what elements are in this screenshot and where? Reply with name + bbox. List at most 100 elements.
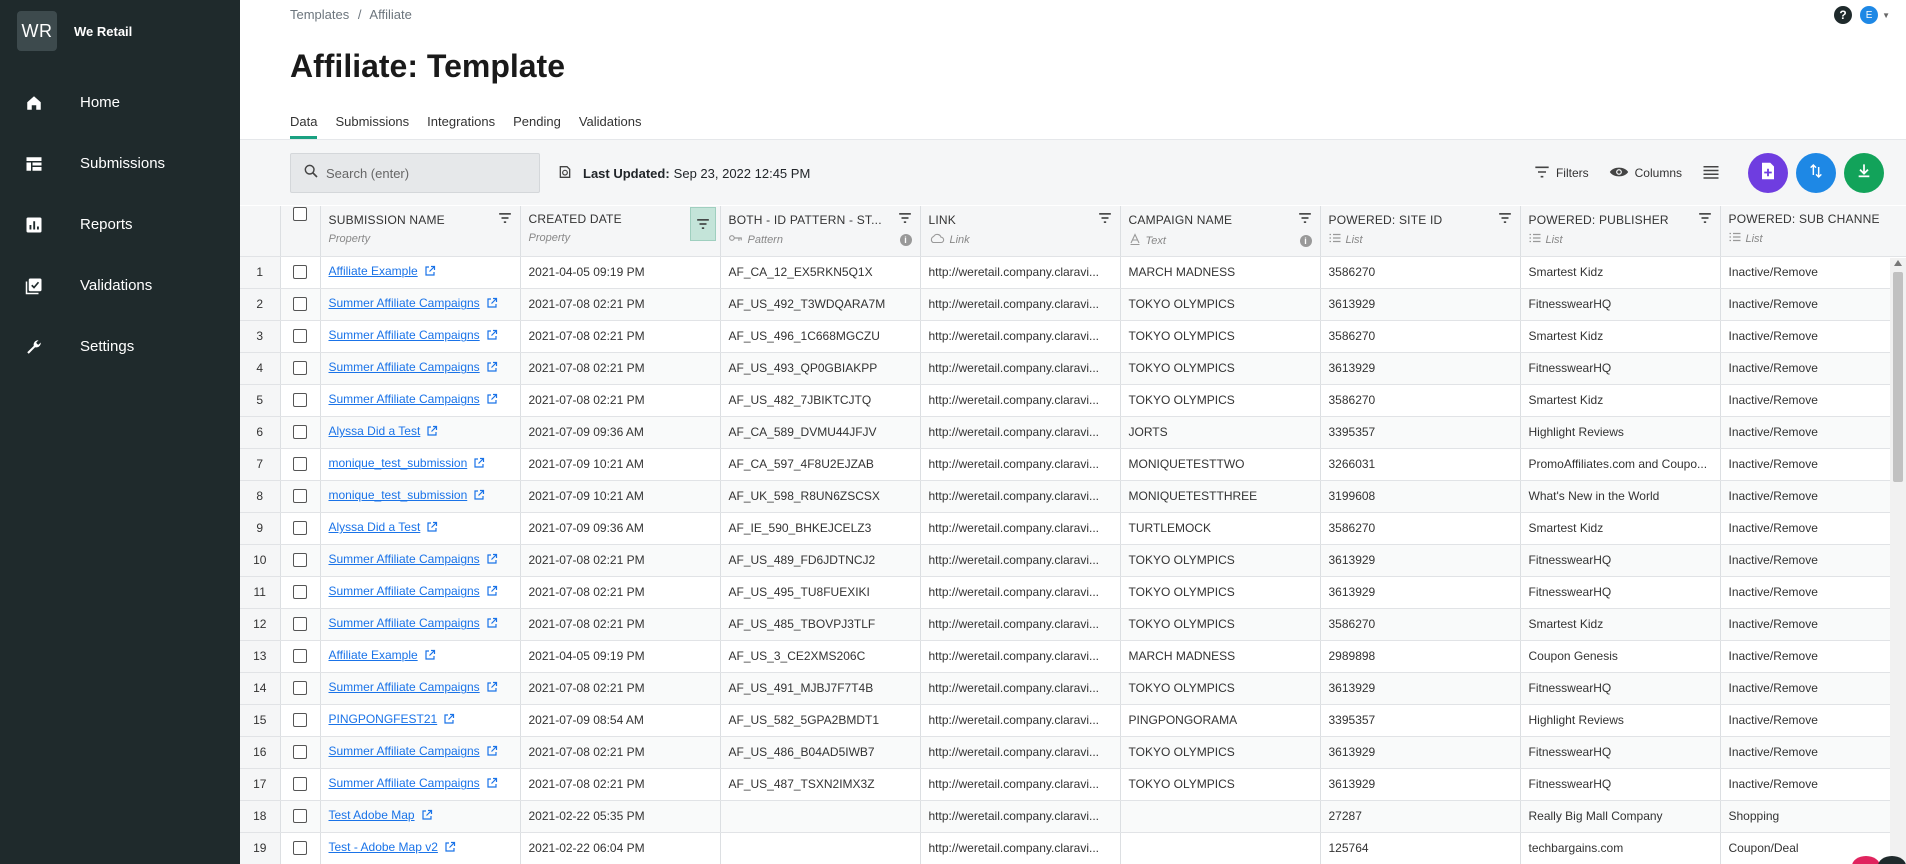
row-checkbox[interactable] (293, 457, 307, 472)
column-filter-active-icon[interactable] (689, 207, 716, 241)
row-checkbox[interactable] (293, 489, 307, 504)
external-link-icon[interactable] (486, 681, 498, 696)
cell-link[interactable]: http://weretail.company.claravi... (920, 512, 1121, 545)
row-checkbox[interactable] (293, 681, 307, 696)
submission-link[interactable]: Summer Affiliate Campaigns (329, 616, 480, 630)
table-row[interactable]: 13 Affiliate Example 2021-04-05 09:19 PM AF… (240, 640, 1906, 673)
sidebar-item-submissions[interactable]: Submissions (0, 133, 240, 194)
scrollbar-thumb[interactable] (1893, 272, 1903, 482)
external-link-icon[interactable] (486, 617, 498, 632)
table-row[interactable]: 3 Summer Affiliate Campaigns 2021-07-08 02… (240, 320, 1906, 353)
sort-button[interactable] (1796, 153, 1836, 193)
row-checkbox[interactable] (293, 361, 307, 376)
avatar[interactable]: E (1860, 6, 1879, 24)
row-checkbox[interactable] (293, 713, 307, 728)
table-row[interactable]: 5 Summer Affiliate Campaigns 2021-07-08 02… (240, 384, 1906, 417)
external-link-icon[interactable] (421, 809, 433, 824)
cell-link[interactable]: http://weretail.company.claravi... (920, 672, 1121, 705)
table-row[interactable]: 10 Summer Affiliate Campaigns 2021-07-08 0… (240, 544, 1906, 577)
sidebar-item-validations[interactable]: Validations (0, 255, 240, 316)
external-link-icon[interactable] (486, 777, 498, 792)
info-icon[interactable]: i (1299, 234, 1312, 247)
cell-link[interactable]: http://weretail.company.claravi... (920, 576, 1121, 609)
column-header-site-id[interactable]: POWERED: SITE ID List (1320, 206, 1521, 257)
column-header-link[interactable]: LINK Link (920, 206, 1121, 257)
submission-link[interactable]: PINGPONGFEST21 (329, 712, 438, 726)
row-checkbox[interactable] (293, 649, 307, 664)
row-checkbox[interactable] (293, 297, 307, 312)
tab-submissions[interactable]: Submissions (335, 114, 409, 139)
submission-link[interactable]: Test Adobe Map (329, 808, 415, 822)
external-link-icon[interactable] (486, 745, 498, 760)
vertical-scrollbar[interactable] (1890, 258, 1906, 864)
external-link-icon[interactable] (473, 457, 485, 472)
column-filter-icon[interactable] (1298, 212, 1312, 227)
refresh-history-icon[interactable] (557, 164, 573, 183)
external-link-icon[interactable] (444, 841, 456, 856)
sidebar-item-settings[interactable]: Settings (0, 316, 240, 377)
column-filter-icon[interactable] (898, 212, 912, 227)
chevron-down-icon[interactable]: ▼ (1882, 11, 1890, 20)
submission-link[interactable]: Test - Adobe Map v2 (329, 840, 438, 854)
row-checkbox[interactable] (293, 841, 307, 856)
table-row[interactable]: 12 Summer Affiliate Campaigns 2021-07-08 0… (240, 608, 1906, 641)
cell-link[interactable]: http://weretail.company.claravi... (920, 384, 1121, 417)
info-icon[interactable]: i (899, 233, 912, 246)
submission-link[interactable]: Summer Affiliate Campaigns (329, 328, 480, 342)
external-link-icon[interactable] (426, 425, 438, 440)
search-input[interactable] (326, 165, 526, 181)
cell-link[interactable]: http://weretail.company.claravi... (920, 288, 1121, 321)
row-checkbox[interactable] (293, 393, 307, 408)
table-row[interactable]: 11 Summer Affiliate Campaigns 2021-07-08 0… (240, 576, 1906, 609)
submission-link[interactable]: Summer Affiliate Campaigns (329, 744, 480, 758)
row-checkbox[interactable] (293, 521, 307, 536)
table-row[interactable]: 14 Summer Affiliate Campaigns 2021-07-08 0… (240, 672, 1906, 705)
row-checkbox[interactable] (293, 265, 307, 280)
tab-integrations[interactable]: Integrations (427, 114, 495, 139)
table-row[interactable]: 4 Summer Affiliate Campaigns 2021-07-08 02… (240, 352, 1906, 385)
chat-widget-icon[interactable] (1846, 852, 1906, 864)
table-row[interactable]: 2 Summer Affiliate Campaigns 2021-07-08 02… (240, 288, 1906, 321)
external-link-icon[interactable] (424, 265, 436, 280)
cell-link[interactable]: http://weretail.company.claravi... (920, 352, 1121, 385)
external-link-icon[interactable] (486, 553, 498, 568)
cell-link[interactable]: http://weretail.company.claravi... (920, 800, 1121, 833)
column-filter-icon[interactable] (498, 212, 512, 227)
cell-link[interactable]: http://weretail.company.claravi... (920, 480, 1121, 513)
table-row[interactable]: 9 Alyssa Did a Test 2021-07-09 09:36 AM AF_… (240, 512, 1906, 545)
row-checkbox[interactable] (293, 585, 307, 600)
table-row[interactable]: 1 Affiliate Example 2021-04-05 09:19 PM AF_… (240, 256, 1906, 289)
table-row[interactable]: 16 Summer Affiliate Campaigns 2021-07-08 0… (240, 736, 1906, 769)
column-header-created-date[interactable]: CREATED DATE Property (520, 206, 721, 257)
row-checkbox[interactable] (293, 329, 307, 344)
tab-data[interactable]: Data (290, 114, 318, 139)
table-row[interactable]: 17 Summer Affiliate Campaigns 2021-07-08 0… (240, 768, 1906, 801)
column-filter-icon[interactable] (1698, 212, 1712, 227)
cell-link[interactable]: http://weretail.company.claravi... (920, 416, 1121, 449)
external-link-icon[interactable] (486, 393, 498, 408)
add-submission-button[interactable] (1748, 153, 1788, 193)
external-link-icon[interactable] (486, 297, 498, 312)
submission-link[interactable]: Alyssa Did a Test (329, 424, 421, 438)
external-link-icon[interactable] (424, 649, 436, 664)
row-checkbox[interactable] (293, 745, 307, 760)
external-link-icon[interactable] (473, 489, 485, 504)
row-checkbox[interactable] (293, 809, 307, 824)
tab-validations[interactable]: Validations (579, 114, 642, 139)
cell-link[interactable]: http://weretail.company.claravi... (920, 256, 1121, 289)
column-header-sub-channel[interactable]: POWERED: SUB CHANNE List (1720, 206, 1906, 257)
row-checkbox[interactable] (293, 553, 307, 568)
cell-link[interactable]: http://weretail.company.claravi... (920, 832, 1121, 864)
external-link-icon[interactable] (486, 585, 498, 600)
table-row[interactable]: 6 Alyssa Did a Test 2021-07-09 09:36 AM AF_… (240, 416, 1906, 449)
submission-link[interactable]: Affiliate Example (329, 264, 418, 278)
column-header-submission-name[interactable]: SUBMISSION NAME Property (320, 206, 521, 257)
table-row[interactable]: 19 Test - Adobe Map v2 2021-02-22 06:04 PM… (240, 832, 1906, 864)
table-row[interactable]: 8 monique_test_submission 2021-07-09 10:21… (240, 480, 1906, 513)
submission-link[interactable]: monique_test_submission (329, 488, 468, 502)
submission-link[interactable]: Summer Affiliate Campaigns (329, 776, 480, 790)
cell-link[interactable]: http://weretail.company.claravi... (920, 448, 1121, 481)
submission-link[interactable]: monique_test_submission (329, 456, 468, 470)
scroll-up-arrow-icon[interactable] (1894, 260, 1902, 266)
column-header-publisher[interactable]: POWERED: PUBLISHER List (1520, 206, 1721, 257)
